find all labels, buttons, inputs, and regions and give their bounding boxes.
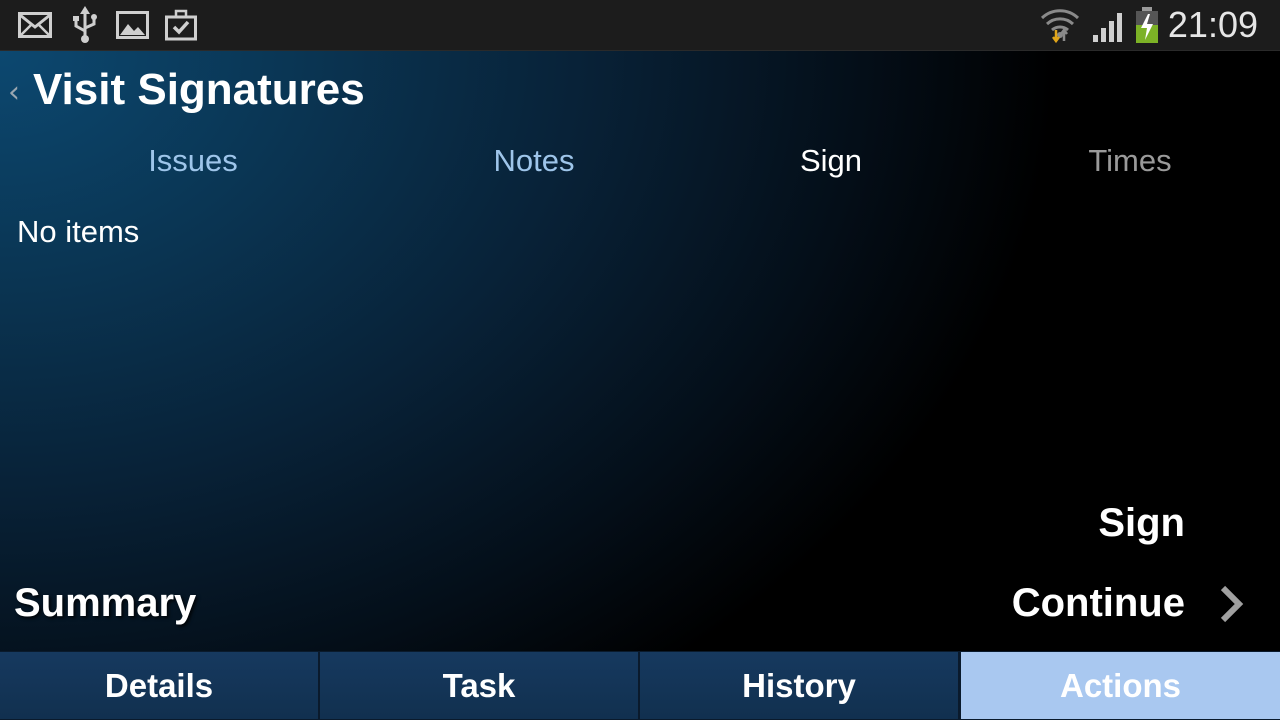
clock: 21:09	[1167, 4, 1258, 45]
wifi-icon	[1040, 9, 1080, 44]
usb-icon	[73, 6, 97, 43]
battery-charging-icon	[1136, 7, 1158, 43]
signal-icon	[1093, 13, 1122, 42]
nav-history[interactable]: History	[640, 652, 958, 719]
tab-notes[interactable]: Notes	[494, 143, 575, 179]
tab-issues[interactable]: Issues	[148, 143, 238, 179]
main-content: ‹ Visit Signatures Issues Notes Sign Tim…	[0, 51, 1280, 651]
sign-button[interactable]: Sign	[1098, 501, 1185, 546]
tab-sign[interactable]: Sign	[800, 143, 862, 179]
back-chevron-icon[interactable]: ‹	[8, 75, 20, 110]
tab-times[interactable]: Times	[1088, 143, 1171, 179]
continue-button[interactable]: Continue	[1012, 581, 1185, 626]
empty-list-text: No items	[17, 214, 140, 249]
bottom-nav: Details Task History Actions	[0, 651, 1280, 720]
mail-icon	[18, 12, 52, 38]
nav-actions[interactable]: Actions	[961, 652, 1280, 719]
nav-details[interactable]: Details	[0, 652, 318, 719]
gallery-icon	[116, 11, 149, 39]
summary-button[interactable]: Summary	[14, 581, 196, 626]
chevron-right-icon[interactable]	[1218, 585, 1244, 623]
briefcase-check-icon	[165, 9, 197, 41]
nav-task[interactable]: Task	[320, 652, 638, 719]
status-bar: 21:09	[0, 0, 1280, 51]
page-title[interactable]: Visit Signatures	[33, 65, 365, 115]
